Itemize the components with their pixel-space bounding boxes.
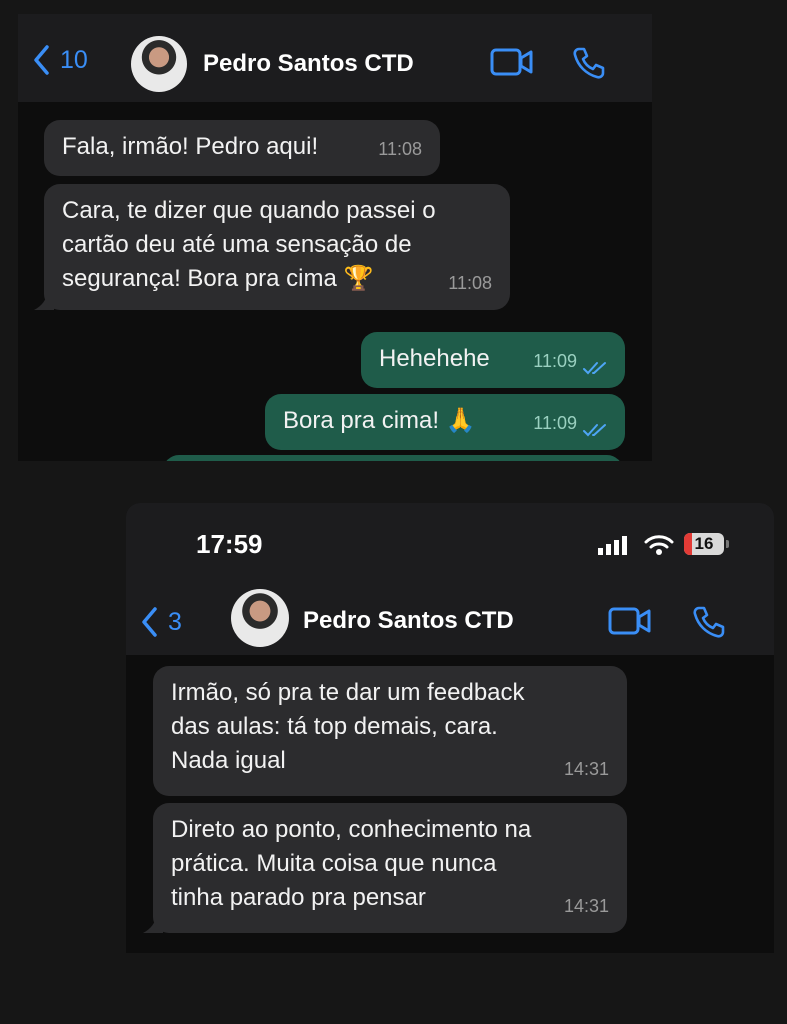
message-time: 11:09 [533, 351, 577, 371]
chat-screenshot-1: 10 Pedro Santos CTD Fala, irmão! Pedro a… [18, 14, 652, 461]
unread-count: 10 [60, 45, 88, 74]
signal-icon [598, 536, 627, 555]
message-line: segurança! Bora pra cima 🏆 [62, 265, 374, 292]
wifi-icon [644, 535, 674, 555]
unread-count: 3 [168, 607, 182, 636]
video-camera-icon [490, 48, 533, 76]
message-line: das aulas: tá top demais, cara. [171, 713, 498, 740]
message-line: cartão deu até uma sensação de [62, 231, 412, 258]
message-time: 14:31 [563, 896, 609, 916]
message-line: prática. Muita coisa que nunca [171, 850, 497, 877]
message-line: Nada igual [171, 747, 286, 774]
chat-header: 3 Pedro Santos CTD [126, 589, 774, 655]
video-call-button[interactable] [608, 607, 652, 635]
read-receipt-icon [583, 362, 606, 375]
message-line: Cara, te dizer que quando passei o [62, 197, 436, 224]
chat-screenshot-2: 17:59 16 3 Pedro Santos CTD Irmão, só pr… [126, 503, 774, 953]
chevron-left-icon [142, 607, 157, 637]
message-bubble-incoming[interactable]: Fala, irmão! Pedro aqui! 11:08 [44, 120, 440, 176]
message-text: Hehehehe [379, 345, 490, 372]
message-line: Direto ao ponto, conhecimento na [171, 816, 532, 843]
battery-indicator: 16 [684, 533, 724, 555]
read-receipt-icon [583, 424, 606, 437]
phone-icon [573, 47, 605, 79]
bubble-tail [34, 292, 54, 310]
phone-icon [693, 606, 725, 638]
message-bubble-outgoing[interactable]: Bora pra cima! 🙏 11:09 [265, 394, 625, 450]
contact-name[interactable]: Pedro Santos CTD [203, 50, 414, 78]
voice-call-button[interactable] [692, 605, 726, 639]
avatar[interactable] [131, 36, 187, 92]
message-time: 11:08 [378, 139, 422, 159]
message-line: Irmão, só pra te dar um feedback [171, 679, 525, 706]
contact-name[interactable]: Pedro Santos CTD [303, 607, 514, 635]
chat-header: 10 Pedro Santos CTD [18, 14, 652, 102]
chevron-left-icon [34, 45, 49, 75]
message-bubble-incoming[interactable]: Direto ao ponto, conhecimento na prática… [153, 803, 627, 933]
message-bubble-outgoing[interactable]: Hehehehe 11:09 [361, 332, 625, 388]
message-text: Fala, irmão! Pedro aqui! [62, 133, 319, 160]
back-button[interactable]: 10 [32, 44, 88, 76]
voice-call-button[interactable] [572, 46, 606, 80]
video-camera-icon [608, 607, 651, 635]
message-time: 14:31 [563, 759, 609, 779]
message-text: Bora pra cima! 🙏 [283, 407, 476, 434]
message-bubble-incoming[interactable]: Irmão, só pra te dar um feedback das aul… [153, 666, 627, 796]
avatar[interactable] [231, 589, 289, 647]
bubble-tail [143, 915, 163, 933]
message-time: 11:08 [448, 273, 492, 293]
status-bar: 17:59 16 [126, 503, 774, 589]
back-button[interactable]: 3 [140, 606, 182, 638]
battery-cap [726, 540, 729, 548]
battery-level-fill [684, 533, 692, 555]
message-bubble-outgoing-cropped [163, 455, 623, 461]
message-line: tinha parado pra pensar [171, 884, 426, 911]
status-time: 17:59 [196, 529, 263, 559]
video-call-button[interactable] [490, 48, 534, 76]
message-bubble-incoming[interactable]: Cara, te dizer que quando passei o cartã… [44, 184, 510, 310]
battery-level: 16 [694, 534, 714, 553]
message-time: 11:09 [533, 413, 577, 433]
